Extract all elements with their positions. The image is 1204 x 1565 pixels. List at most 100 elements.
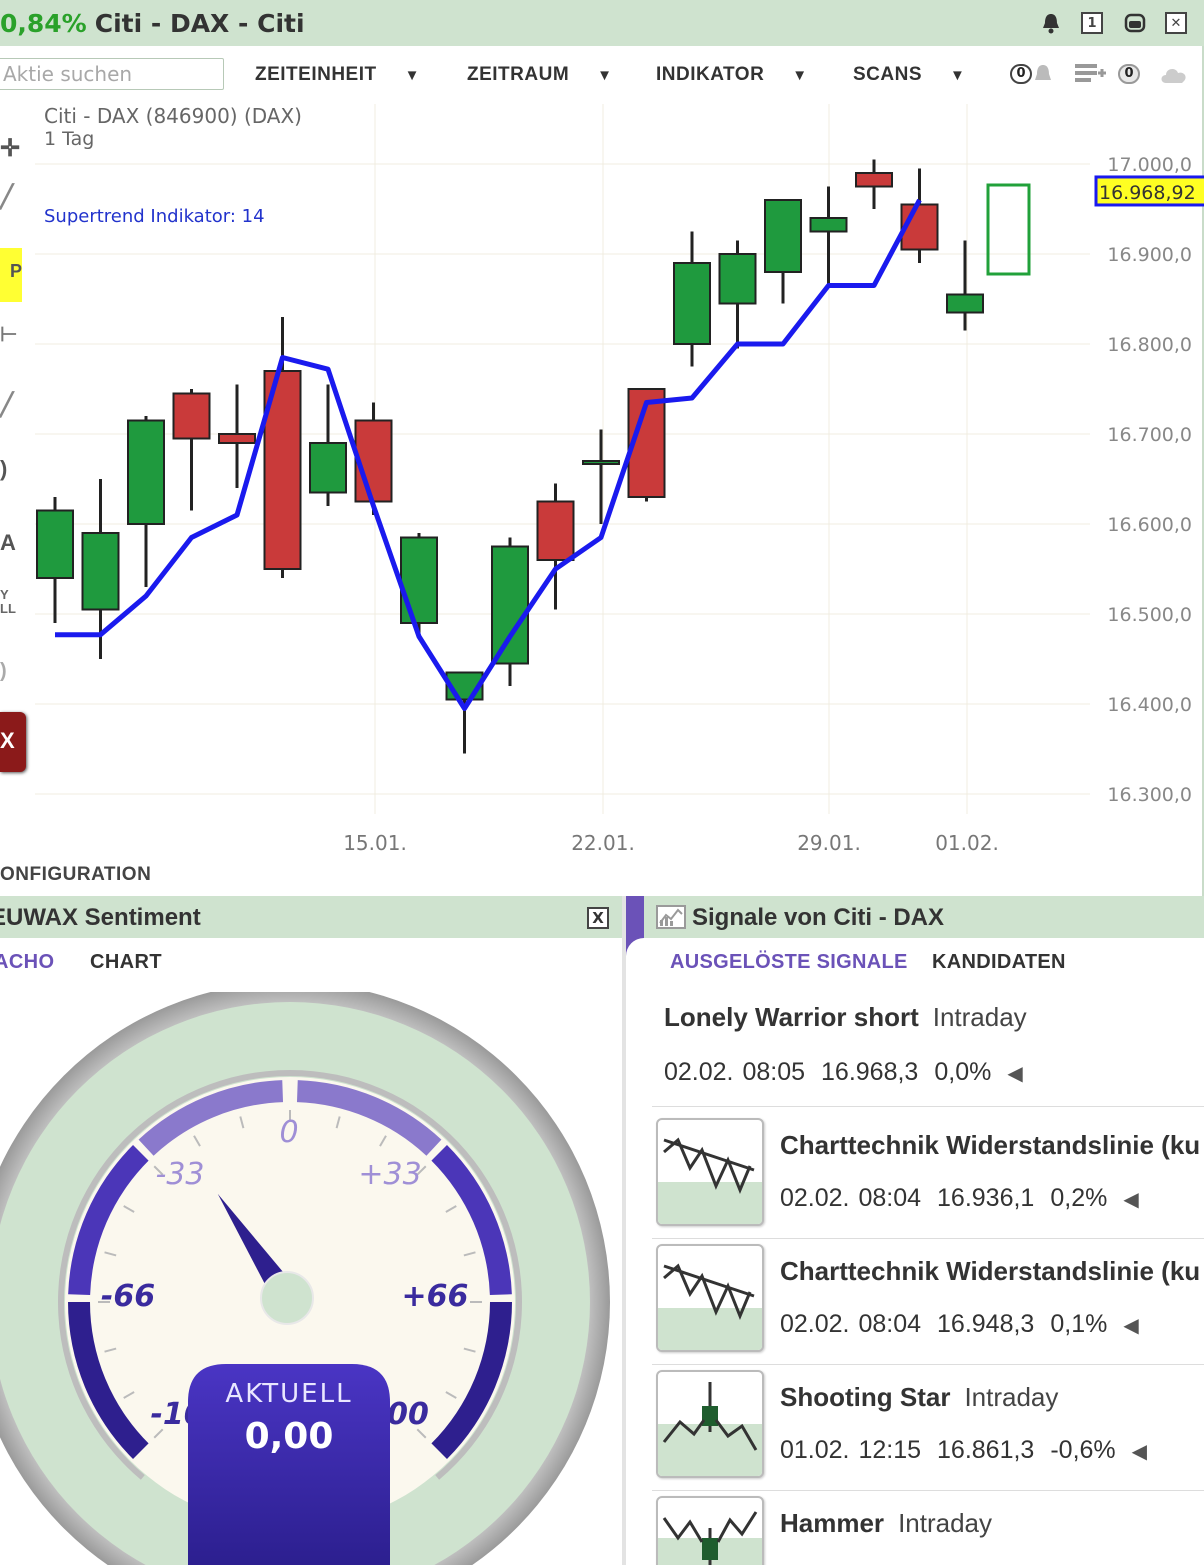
signal-datetime: 01.02. 12:15 xyxy=(780,1436,922,1464)
signal-meta: 01.02. 12:15 16.861,3 -0,6% ◀ xyxy=(780,1436,1163,1465)
signal-price: 16.968,3 xyxy=(821,1058,919,1086)
alarm-bell-icon[interactable] xyxy=(1040,12,1062,34)
toolbar: ZEITEINHEIT ▼ ZEITRAUM ▼ INDIKATOR ▼ SCANS ▼… xyxy=(0,46,1204,104)
y-tick-label: 16.300,0 xyxy=(1107,784,1192,806)
price-chart[interactable]: 17.000,0 16.900,0 16.800,0 16.700,0 16.600,0… xyxy=(0,104,1204,864)
signal-datetime: 02.02. 08:04 xyxy=(780,1310,922,1338)
signal-name: Charttechnik Widerstandslinie (ku xyxy=(780,1130,1204,1161)
tab-tacho[interactable]: ACHO xyxy=(0,951,55,974)
candle-body[interactable] xyxy=(582,460,620,465)
supertrend-line xyxy=(55,198,922,711)
configuration-label[interactable]: ONFIGURATION xyxy=(0,864,151,886)
candle-body[interactable] xyxy=(127,419,165,525)
signal-name: Shooting Star Intraday xyxy=(780,1382,1058,1413)
candle-body[interactable] xyxy=(718,253,757,305)
current-label: AKTUELL xyxy=(225,1379,352,1409)
signal-change: -0,6% xyxy=(1050,1436,1116,1464)
menu-label: SCANS xyxy=(853,64,923,85)
menu-scans[interactable]: SCANS ▼ xyxy=(853,64,965,86)
signal-name: Charttechnik Widerstandslinie (ku xyxy=(780,1256,1204,1287)
y-tick-label: 16.600,0 xyxy=(1107,514,1192,536)
signal-title: Hammer xyxy=(780,1508,885,1538)
candle-body[interactable] xyxy=(946,293,984,314)
y-tick-label: 16.400,0 xyxy=(1107,694,1192,716)
candle-body[interactable] xyxy=(36,509,74,579)
menu-label: ZEITRAUM xyxy=(467,64,570,85)
current-value: 0,00 xyxy=(245,1416,334,1457)
signal-item[interactable]: Charttechnik Widerstandslinie (ku 02.02.… xyxy=(626,1242,1204,1366)
signal-title: Lonely Warrior short xyxy=(664,1002,919,1032)
detach-window-icon[interactable]: 1 xyxy=(1081,12,1103,34)
signal-name: Lonely Warrior short Intraday xyxy=(664,1002,1027,1033)
cloud-icon[interactable] xyxy=(1158,60,1190,88)
chevron-down-icon: ▼ xyxy=(950,66,966,84)
y-tick-label: 16.700,0 xyxy=(1107,424,1192,446)
y-tick-label: 17.000,0 xyxy=(1107,154,1192,176)
chevron-down-icon: ▼ xyxy=(792,66,808,84)
candle-body[interactable] xyxy=(309,442,347,494)
speaker-icon[interactable]: ◀ xyxy=(1123,1189,1138,1211)
signal-meta: 02.02. 08:04 16.936,1 0,2% ◀ xyxy=(780,1184,1155,1213)
candle-body[interactable] xyxy=(536,500,575,561)
menu-label: INDIKATOR xyxy=(656,64,765,85)
candle-body[interactable] xyxy=(673,262,711,345)
tab-chart[interactable]: CHART xyxy=(90,951,162,974)
chart-window: 0,84% Citi - DAX - Citi 1 ✕ ZEITEINHEIT ▼… xyxy=(0,0,1204,896)
candle-body[interactable] xyxy=(218,433,256,444)
signal-title: Charttechnik Widerstandslinie (ku xyxy=(780,1130,1201,1160)
menu-zeitraum[interactable]: ZEITRAUM ▼ xyxy=(467,64,613,86)
signal-item[interactable]: Lonely Warrior short Intraday 02.02. 08:0… xyxy=(626,996,1204,1107)
divider xyxy=(652,1238,1204,1239)
watchlist-add-icon[interactable] xyxy=(1074,60,1108,88)
alarm-add-button[interactable]: 0 xyxy=(1010,60,1054,88)
menu-zeiteinheit[interactable]: ZEITEINHEIT ▼ xyxy=(255,64,420,86)
candle-body[interactable] xyxy=(855,172,893,188)
scale-label-plus-33: +33 xyxy=(358,1157,421,1192)
interval-label: 1 Tag xyxy=(44,128,94,150)
indicator-label: Supertrend Indikator: 14 xyxy=(44,206,265,227)
candle-body[interactable] xyxy=(172,392,211,440)
close-window-icon[interactable]: ✕ xyxy=(1165,12,1187,34)
window-title: Citi - DAX - Citi xyxy=(94,8,305,38)
signals-title: Signale von Citi - DAX xyxy=(692,904,945,931)
tab-kandidaten[interactable]: KANDIDATEN xyxy=(932,951,1066,974)
sentiment-gauge: 0 -33 +33 -66 +66 -100 +100 AKTUELL 0,00 xyxy=(0,992,610,1565)
menu-label: ZEITEINHEIT xyxy=(255,64,377,85)
maximize-icon[interactable] xyxy=(1124,12,1146,34)
search-input[interactable] xyxy=(0,58,224,90)
candle-body[interactable] xyxy=(400,536,438,624)
speaker-icon[interactable]: ◀ xyxy=(1132,1441,1147,1463)
speaker-icon[interactable]: ◀ xyxy=(1123,1315,1138,1337)
divider xyxy=(652,1106,1204,1107)
tab-ausgeloeste-signale[interactable]: AUSGELÖSTE SIGNALE xyxy=(670,951,908,974)
scale-label-minus-66: -66 xyxy=(101,1279,155,1314)
x-tick-label: 01.02. xyxy=(935,831,999,855)
x-tick-label: 15.01. xyxy=(343,831,407,855)
current-candle-outline xyxy=(986,183,1031,276)
price-change: 0,84% xyxy=(0,8,87,38)
current-price-label: 16.968,92 xyxy=(1099,182,1196,204)
signals-header: Signale von Citi - DAX xyxy=(626,896,1204,938)
signal-item[interactable]: Charttechnik Widerstandslinie (ku 02.02.… xyxy=(626,1116,1204,1240)
y-tick-label: 16.500,0 xyxy=(1107,604,1192,626)
chevron-down-icon: ▼ xyxy=(597,66,613,84)
signal-change: 0,2% xyxy=(1050,1184,1108,1212)
signal-item[interactable]: Hammer Intraday xyxy=(626,1494,1204,1565)
candle-body[interactable] xyxy=(491,545,529,665)
divider xyxy=(652,1364,1204,1365)
bell-icon xyxy=(1035,65,1051,80)
candle-body[interactable] xyxy=(81,532,120,611)
sentiment-panel: EUWAX Sentiment X ACHO CHART 0 -33 +33 -… xyxy=(0,896,622,1565)
signal-meta: 02.02. 08:05 16.968,3 0,0% ◀ xyxy=(664,1058,1039,1087)
sentiment-title: EUWAX Sentiment xyxy=(0,904,201,931)
menu-indikator[interactable]: INDIKATOR ▼ xyxy=(656,64,808,86)
gauge-hub xyxy=(260,1271,314,1325)
signal-item[interactable]: Shooting Star Intraday 01.02. 12:15 16.861… xyxy=(626,1368,1204,1492)
candle-body[interactable] xyxy=(809,217,848,233)
chevron-down-icon: ▼ xyxy=(404,66,420,84)
close-panel-button[interactable]: X xyxy=(587,907,609,929)
speaker-icon[interactable]: ◀ xyxy=(1007,1063,1022,1085)
title-bar: 0,84% Citi - DAX - Citi 1 ✕ xyxy=(0,0,1204,46)
signal-timeframe: Intraday xyxy=(932,1002,1027,1032)
candle-body[interactable] xyxy=(764,199,802,273)
